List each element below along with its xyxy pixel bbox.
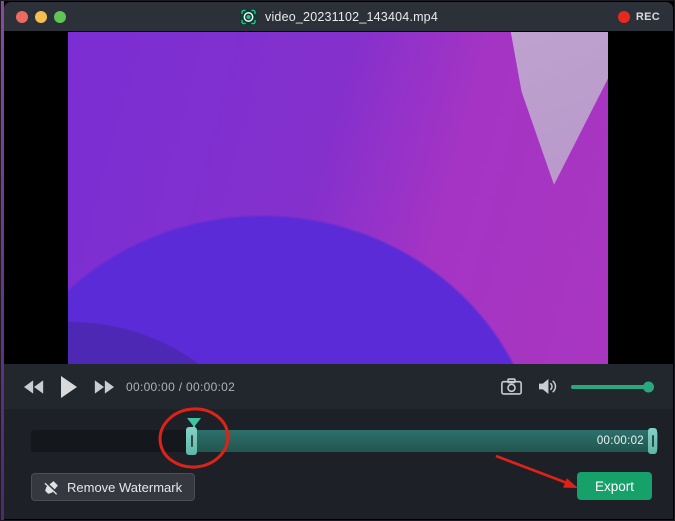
titlebar: video_20231102_143404.mp4 REC xyxy=(4,2,673,31)
timeline-selected-range[interactable]: 00:00:02 xyxy=(191,430,658,452)
snapshot-button[interactable] xyxy=(501,378,522,395)
screen-recorder-viewfinder-icon xyxy=(239,8,257,25)
title-group: video_20231102_143404.mp4 xyxy=(239,2,438,31)
export-button[interactable]: Export xyxy=(577,472,652,500)
snapshot-icon xyxy=(501,378,522,395)
mute-button[interactable] xyxy=(538,378,557,395)
remove-watermark-label: Remove Watermark xyxy=(67,479,183,495)
remove-watermark-button[interactable]: Remove Watermark xyxy=(31,473,196,501)
volume-slider-knob[interactable] xyxy=(643,381,654,392)
rec-dot-icon xyxy=(617,10,630,23)
fast-forward-button[interactable] xyxy=(94,379,114,394)
trim-timeline[interactable]: 00:00:02 xyxy=(31,418,658,455)
player-area xyxy=(4,31,673,364)
time-display: 00:00:00 / 00:00:02 xyxy=(126,379,236,394)
volume-icon xyxy=(539,378,557,395)
rec-indicator: REC xyxy=(617,2,660,31)
rewind-icon xyxy=(24,379,44,394)
traffic-lights xyxy=(16,10,66,23)
minimize-button[interactable] xyxy=(35,10,47,23)
bottom-panel: 00:00:02 Remove Watermark Export xyxy=(4,409,673,519)
play-icon xyxy=(61,375,77,398)
fast-forward-icon xyxy=(94,379,114,394)
volume-slider[interactable] xyxy=(571,381,654,392)
trim-start-handle[interactable] xyxy=(186,427,197,455)
video-preview xyxy=(68,32,608,364)
rewind-button[interactable] xyxy=(24,379,44,394)
close-button[interactable] xyxy=(16,10,28,23)
playback-controls: 00:00:00 / 00:00:02 xyxy=(4,364,673,409)
play-button[interactable] xyxy=(60,375,78,398)
remove-watermark-icon xyxy=(44,480,59,495)
rec-label: REC xyxy=(635,10,660,23)
playhead-marker[interactable] xyxy=(187,418,201,430)
screenshot-left-border xyxy=(1,1,4,520)
app-window: video_20231102_143404.mp4 REC 00:00:00 /… xyxy=(0,0,675,521)
zoom-button[interactable] xyxy=(54,10,66,23)
trim-end-handle[interactable] xyxy=(648,428,657,454)
window-title: video_20231102_143404.mp4 xyxy=(265,9,438,24)
